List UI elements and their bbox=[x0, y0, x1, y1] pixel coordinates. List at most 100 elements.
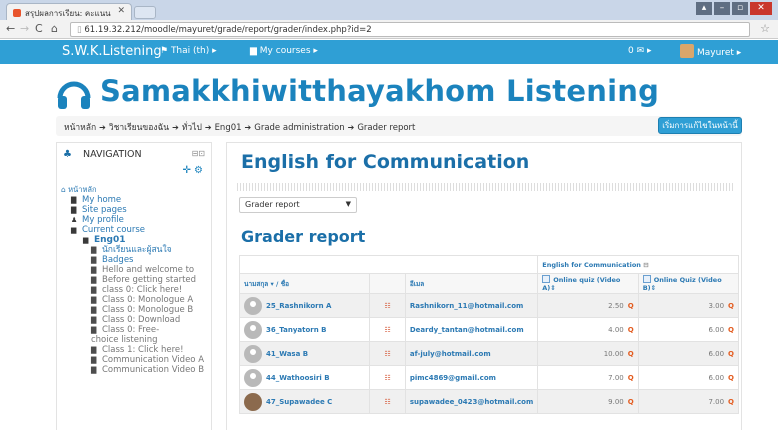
reload-icon[interactable]: C bbox=[35, 22, 43, 35]
sort-icon[interactable]: ⇕ bbox=[550, 284, 555, 292]
grade-cell[interactable]: 2.50 Q bbox=[537, 293, 639, 318]
student-name-link[interactable]: 47_Supawadee C bbox=[266, 398, 332, 406]
student-name-link[interactable]: 44_Wathoosiri B bbox=[266, 374, 330, 382]
grade-cell[interactable]: 6.00 Q bbox=[637, 341, 740, 366]
search-icon[interactable]: Q bbox=[728, 374, 734, 382]
surname-firstname-header[interactable]: นามสกุล ▾ / ชื่อ bbox=[238, 273, 371, 294]
nav-item[interactable]: ▇ Hello and welcome to bbox=[61, 265, 204, 275]
email-header[interactable]: อีเมล bbox=[404, 273, 539, 294]
grade-cell[interactable]: 3.00 Q bbox=[637, 293, 740, 318]
close-tab-icon[interactable]: ✕ bbox=[117, 6, 125, 16]
search-icon[interactable]: Q bbox=[628, 302, 634, 310]
nav-item-label: Class 0: Free-choice listening bbox=[91, 325, 160, 345]
nav-item[interactable]: ▇ Class 0: Free-choice listening bbox=[61, 325, 181, 345]
user-report-icon[interactable]: ☷ bbox=[369, 293, 406, 318]
url-field[interactable]: ▯ 61.19.32.212/moodle/mayuret/grade/repo… bbox=[70, 22, 750, 37]
search-icon[interactable]: Q bbox=[728, 398, 734, 406]
search-icon[interactable]: Q bbox=[728, 302, 734, 310]
grade-cell[interactable]: 4.00 Q bbox=[537, 317, 639, 342]
minimize-icon[interactable]: – bbox=[714, 2, 730, 15]
new-tab-button[interactable] bbox=[134, 6, 156, 19]
student-name-link[interactable]: 41_Wasa B bbox=[266, 350, 308, 358]
avatar[interactable] bbox=[244, 392, 262, 411]
back-icon[interactable]: ← bbox=[6, 22, 15, 35]
grade-cell[interactable]: 10.00 Q bbox=[537, 341, 639, 366]
breadcrumb-grade-admin[interactable]: Grade administration bbox=[254, 123, 344, 133]
report-select[interactable]: Grader report ▼ bbox=[239, 197, 357, 213]
user-report-icon[interactable]: ☷ bbox=[369, 365, 406, 390]
collapse-icon[interactable]: ⊟ bbox=[643, 261, 648, 269]
nav-item[interactable]: ▇ นักเรียนและผู้สนใจ bbox=[61, 245, 204, 255]
search-icon[interactable]: Q bbox=[628, 374, 634, 382]
home-icon[interactable]: ⌂ bbox=[51, 22, 58, 35]
breadcrumb-general[interactable]: ทั่วไป bbox=[182, 123, 202, 133]
firstname-sort-link[interactable]: ชื่อ bbox=[281, 280, 289, 288]
breadcrumb-course[interactable]: Eng01 bbox=[215, 123, 242, 133]
quiz-a-header[interactable]: Online quiz (Video A)⇕ bbox=[537, 273, 639, 294]
breadcrumb-my-courses[interactable]: วิชาเรียนของฉัน bbox=[109, 123, 169, 133]
student-cell: 44_Wathoosiri B bbox=[238, 365, 371, 390]
user-report-icon[interactable]: ☷ bbox=[369, 341, 406, 366]
chevron-right-icon: ➔ bbox=[244, 123, 252, 132]
nav-item[interactable]: ▇ Class 1: Click here! bbox=[61, 345, 204, 355]
student-name-link[interactable]: 36_Tanyatorn B bbox=[266, 326, 326, 334]
avatar[interactable] bbox=[244, 320, 262, 339]
search-icon[interactable]: Q bbox=[628, 398, 634, 406]
nav-item[interactable]: ♟ My profile bbox=[61, 215, 204, 225]
grade-cell[interactable]: 9.00 Q bbox=[537, 389, 639, 414]
browser-tab[interactable]: สรุปผลการเรียน: คะแนน ✕ bbox=[6, 3, 132, 20]
my-courses-menu[interactable]: ▆ My courses ▸ bbox=[250, 46, 318, 56]
avatar[interactable] bbox=[244, 344, 262, 363]
nav-item-icon: ▇ bbox=[91, 266, 97, 274]
avatar[interactable] bbox=[244, 296, 262, 315]
breadcrumb-grader-report[interactable]: Grader report bbox=[357, 123, 415, 133]
grade-cell[interactable]: 6.00 Q bbox=[637, 365, 740, 390]
quiz-b-header[interactable]: Online Quiz (Video B)⇕ bbox=[637, 273, 740, 294]
nav-item[interactable]: ▇ Class 0: Download bbox=[61, 315, 204, 325]
grade-cell[interactable]: 7.00 Q bbox=[637, 389, 740, 414]
block-settings-icon[interactable]: ✛ ⚙ bbox=[182, 165, 203, 176]
nav-item[interactable]: ▇ Communication Video B bbox=[61, 365, 204, 375]
search-icon[interactable]: Q bbox=[728, 326, 734, 334]
sort-icon[interactable]: ⇕ bbox=[651, 284, 656, 292]
nav-item-icon: ▇ bbox=[71, 206, 77, 214]
avatar[interactable] bbox=[244, 368, 262, 387]
nav-item[interactable]: ▆ Current course bbox=[61, 225, 204, 235]
search-icon[interactable]: Q bbox=[628, 350, 634, 358]
nav-item[interactable]: ▆ Eng01 bbox=[61, 235, 204, 245]
block-toggle-icon[interactable]: ⊟⊡ bbox=[192, 149, 205, 158]
quiz-icon bbox=[642, 275, 651, 283]
surname-sort-link[interactable]: นามสกุล ▾ bbox=[244, 280, 274, 288]
search-icon[interactable]: Q bbox=[628, 326, 634, 334]
nav-item[interactable]: ▇ Class 0: Monologue A bbox=[61, 295, 204, 305]
nav-item[interactable]: ▇ Site pages bbox=[61, 205, 204, 215]
nav-item[interactable]: ▇ Communication Video A bbox=[61, 355, 204, 365]
user-report-icon[interactable]: ☷ bbox=[369, 389, 406, 414]
site-header: Samakkhiwitthayakhom Listening bbox=[0, 64, 778, 116]
forward-icon[interactable]: → bbox=[20, 22, 29, 35]
nav-item[interactable]: ▇ Class 0: Monologue B bbox=[61, 305, 204, 315]
nav-item[interactable]: ▇ class 0: Click here! bbox=[61, 285, 204, 295]
chevron-down-icon: ▼ bbox=[345, 200, 351, 208]
grade-cell[interactable]: 7.00 Q bbox=[537, 365, 639, 390]
navigation-block: ♣ NAVIGATION ⊟⊡ ✛ ⚙ ⌂ หน้าหลัก ▇ My home ▇ S… bbox=[56, 142, 212, 430]
nav-item-label: Class 0: Monologue A bbox=[102, 295, 194, 305]
student-name-link[interactable]: 25_Rashnikorn A bbox=[266, 302, 331, 310]
nav-item[interactable]: ▇ Before getting started bbox=[61, 275, 204, 285]
turn-editing-on-button[interactable]: เริ่มการแก้ไขในหน้านี้ bbox=[658, 117, 742, 134]
nav-item[interactable]: ▇ My home bbox=[61, 195, 204, 205]
bookmark-star-icon[interactable]: ☆ bbox=[760, 22, 770, 35]
breadcrumb-home[interactable]: หน้าหลัก bbox=[64, 123, 96, 133]
brand-link[interactable]: S.W.K.Listening bbox=[62, 44, 162, 59]
user-icon[interactable]: ▴ bbox=[696, 2, 712, 15]
nav-item-home[interactable]: ⌂ หน้าหลัก bbox=[61, 185, 204, 195]
messages-menu[interactable]: 0 ✉ ▸ bbox=[628, 46, 652, 56]
search-icon[interactable]: Q bbox=[728, 350, 734, 358]
close-window-icon[interactable]: ✕ bbox=[750, 2, 772, 15]
maximize-icon[interactable]: ▫ bbox=[732, 2, 748, 15]
grade-cell[interactable]: 6.00 Q bbox=[637, 317, 740, 342]
language-menu[interactable]: ⚑ Thai (th) ▸ bbox=[160, 46, 217, 56]
user-menu[interactable]: Mayuret ▸ bbox=[680, 44, 741, 58]
user-report-icon[interactable]: ☷ bbox=[369, 317, 406, 342]
nav-item[interactable]: ▇ Badges bbox=[61, 255, 204, 265]
